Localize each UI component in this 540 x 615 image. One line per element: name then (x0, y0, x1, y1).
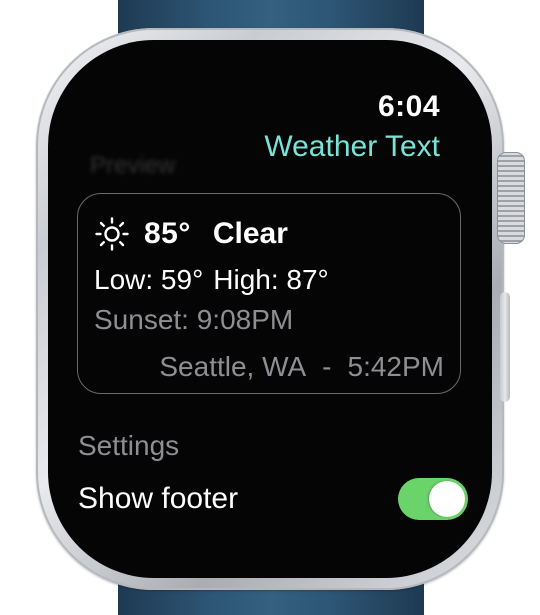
current-conditions: 85° Clear (94, 216, 288, 252)
show-footer-toggle[interactable] (398, 478, 468, 520)
page-title: Weather Text (264, 130, 440, 163)
show-footer-row[interactable]: Show footer (78, 478, 478, 522)
side-button[interactable] (500, 292, 510, 402)
sun-icon (95, 217, 129, 251)
local-time: 5:42PM (347, 351, 445, 382)
digital-crown[interactable] (497, 152, 525, 244)
current-condition: Clear (212, 217, 288, 250)
watch-screen: 6:04 Weather Text Preview 85° Clear Low:… (48, 40, 492, 578)
footer-row: Seattle, WA - 5:42PM (159, 351, 444, 383)
show-footer-label: Show footer (78, 482, 239, 515)
low-high-row: Low: 59° High: 87° (94, 264, 329, 296)
preview-heading-faded: Preview (90, 152, 176, 179)
settings-heading: Settings (78, 430, 180, 461)
weather-preview-card: 85° Clear Low: 59° High: 87° Sunset: 9:0… (77, 193, 461, 394)
status-time: 6:04 (377, 90, 440, 123)
high-temperature: High: 87° (213, 264, 329, 295)
toggle-knob[interactable] (429, 481, 465, 517)
low-temperature: Low: 59° (94, 264, 204, 295)
sunset-time: Sunset: 9:08PM (94, 304, 294, 335)
current-temperature: 85° (144, 217, 191, 250)
location-label: Seattle, WA (159, 351, 307, 382)
footer-separator: - (322, 351, 332, 382)
watch-mockup: 6:04 Weather Text Preview 85° Clear Low:… (0, 0, 540, 615)
